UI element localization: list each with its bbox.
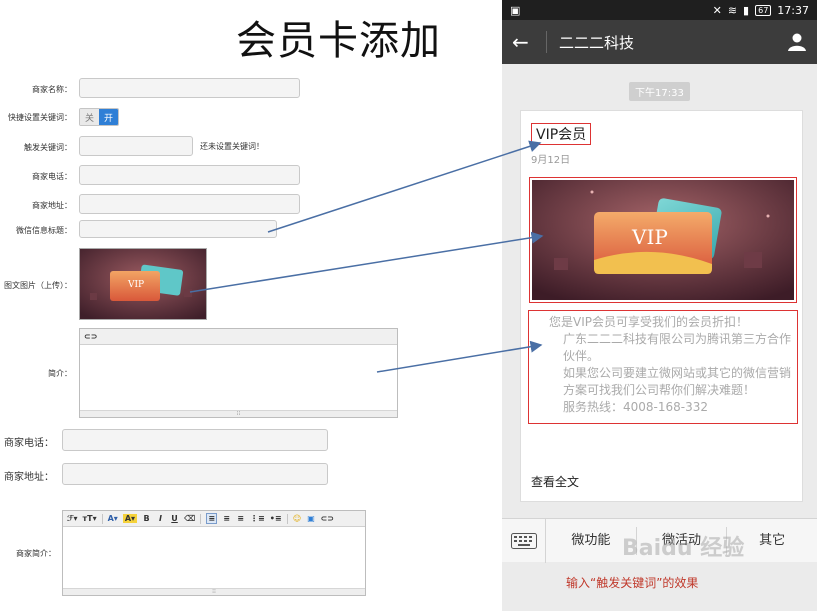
battery-icon: 67 — [755, 4, 772, 16]
toolbar-divider — [101, 513, 103, 524]
merchant-phone-input-2[interactable] — [62, 429, 328, 451]
nav-divider — [546, 31, 547, 53]
image-upload-label: 图文图片（上传）： — [4, 281, 72, 290]
intro-label: 简介： — [48, 369, 72, 378]
merchant-intro-editor[interactable]: ℱ▾ тT▾ A▾ A▾ B I U ⌫ ≡ ≡ ≡ ⋮≡ •≡ ☺ ▣ ⊂⊃ … — [62, 510, 366, 596]
trigger-keyword-input[interactable] — [79, 136, 193, 156]
unordered-list-icon[interactable]: •≡ — [270, 514, 282, 523]
vip-thumbnail-upload[interactable]: VIP — [79, 248, 207, 320]
merchant-name-label: 商家名称： — [32, 85, 72, 94]
card-title: VIP会员 — [531, 123, 592, 145]
status-time: 17:37 — [777, 3, 809, 17]
merchant-phone-input[interactable] — [79, 165, 300, 185]
align-right-icon[interactable]: ≡ — [236, 514, 245, 523]
desc-line: 服务热线：4008-168-332 — [563, 400, 709, 414]
effect-caption: 输入“触发关键词”的效果 — [566, 576, 699, 590]
merchant-phone-label: 商家电话： — [32, 172, 72, 181]
link-icon[interactable]: ⊂⊃ — [84, 332, 97, 341]
read-full-text-link[interactable]: 查看全文 — [531, 473, 579, 490]
back-arrow-icon[interactable]: ← — [512, 30, 542, 54]
merchant-name-input[interactable] — [79, 78, 300, 98]
baidu-watermark: Baidu 经验 — [622, 536, 745, 561]
merchant-address-label: 商家地址： — [32, 201, 72, 210]
wechat-title-label: 微信信息标题： — [16, 226, 72, 235]
merchant-intro-label: 商家简介： — [16, 549, 56, 558]
wechat-navbar: ← 二二二科技 — [502, 20, 817, 64]
arrow-image-to-card — [189, 231, 544, 293]
svg-text:VIP: VIP — [631, 225, 668, 249]
toggle-on[interactable]: 开 — [99, 109, 118, 125]
font-size-icon[interactable]: тT▾ — [82, 514, 96, 523]
merchant-intro-resize-handle[interactable]: ⁝⁝ — [63, 588, 365, 595]
phone-preview: ▣ ✕ ≋ ▮ 67 17:37 ← 二二二科技 下午17:33 VIP会员 9… — [502, 0, 817, 611]
wifi-icon: ≋ — [727, 3, 738, 17]
message-timestamp: 下午17:33 — [629, 82, 690, 101]
italic-icon[interactable]: I — [156, 514, 165, 523]
intro-editor-toolbar: ⊂⊃ — [80, 329, 397, 345]
merchant-address-input-2[interactable] — [62, 463, 328, 485]
intro-editor[interactable]: ⊂⊃ ⁝⁝ — [79, 328, 398, 418]
profile-icon[interactable] — [787, 32, 807, 52]
intro-resize-handle[interactable]: ⁝⁝ — [80, 410, 397, 417]
quick-keyword-toggle[interactable]: 关 开 — [79, 108, 119, 126]
toggle-off[interactable]: 关 — [80, 109, 99, 125]
font-color-icon[interactable]: A▾ — [108, 514, 118, 523]
svg-text:VIP: VIP — [127, 280, 144, 290]
highlight-color-icon[interactable]: A▾ — [122, 514, 138, 523]
rich-text-toolbar: ℱ▾ тT▾ A▾ A▾ B I U ⌫ ≡ ≡ ≡ ⋮≡ •≡ ☺ ▣ ⊂⊃ — [63, 511, 365, 527]
signal-icon: ▮ — [743, 3, 750, 17]
quick-keyword-label: 快捷设置关键词： — [8, 113, 72, 122]
trigger-keyword-label: 触发关键词： — [24, 143, 72, 152]
align-left-icon[interactable]: ≡ — [206, 513, 218, 524]
image-icon[interactable]: ▣ — [307, 514, 316, 523]
news-card[interactable]: VIP会员 9月12日 VIP 您是VIP会员可享受我们的会员折扣！ 广东二二二… — [520, 110, 803, 502]
trigger-keyword-hint: 还未设置关键词！ — [200, 142, 264, 151]
toolbar-divider — [286, 513, 288, 524]
arrow-title-to-card — [267, 140, 542, 233]
merchant-address-label-2: 商家地址： — [4, 472, 54, 483]
card-cover-image[interactable]: VIP — [529, 177, 797, 303]
keyboard-icon[interactable] — [502, 518, 546, 563]
chat-title: 二二二科技 — [559, 33, 635, 52]
underline-icon[interactable]: U — [170, 514, 179, 523]
desc-line: 您是VIP会员可享受我们的会员折扣！ — [549, 315, 748, 329]
merchant-address-input[interactable] — [79, 194, 300, 214]
desc-line: 广东二二二科技有限公司为腾讯第三方合作伙伴。 — [563, 332, 792, 363]
font-family-icon[interactable]: ℱ▾ — [67, 514, 77, 523]
card-date: 9月12日 — [531, 155, 571, 166]
mute-icon: ✕ — [712, 3, 722, 17]
ordered-list-icon[interactable]: ⋮≡ — [250, 514, 265, 523]
toolbar-divider — [200, 513, 202, 524]
bold-icon[interactable]: B — [142, 514, 151, 523]
image-icon: ▣ — [510, 3, 521, 17]
merchant-phone-label-2: 商家电话： — [4, 438, 54, 449]
page-title: 会员卡添加 — [236, 18, 441, 64]
card-description: 您是VIP会员可享受我们的会员折扣！ 广东二二二科技有限公司为腾讯第三方合作伙伴… — [528, 310, 798, 424]
wechat-title-input[interactable] — [79, 220, 277, 238]
align-center-icon[interactable]: ≡ — [222, 514, 231, 523]
status-bar: ▣ ✕ ≋ ▮ 67 17:37 — [502, 0, 817, 20]
desc-line: 如果您公司要建立微网站或其它的微信营销方案可找我们公司帮你们解决难题！ — [563, 366, 792, 397]
eraser-icon[interactable]: ⌫ — [184, 514, 195, 523]
emoji-icon[interactable]: ☺ — [293, 514, 302, 523]
link-icon[interactable]: ⊂⊃ — [321, 514, 334, 523]
